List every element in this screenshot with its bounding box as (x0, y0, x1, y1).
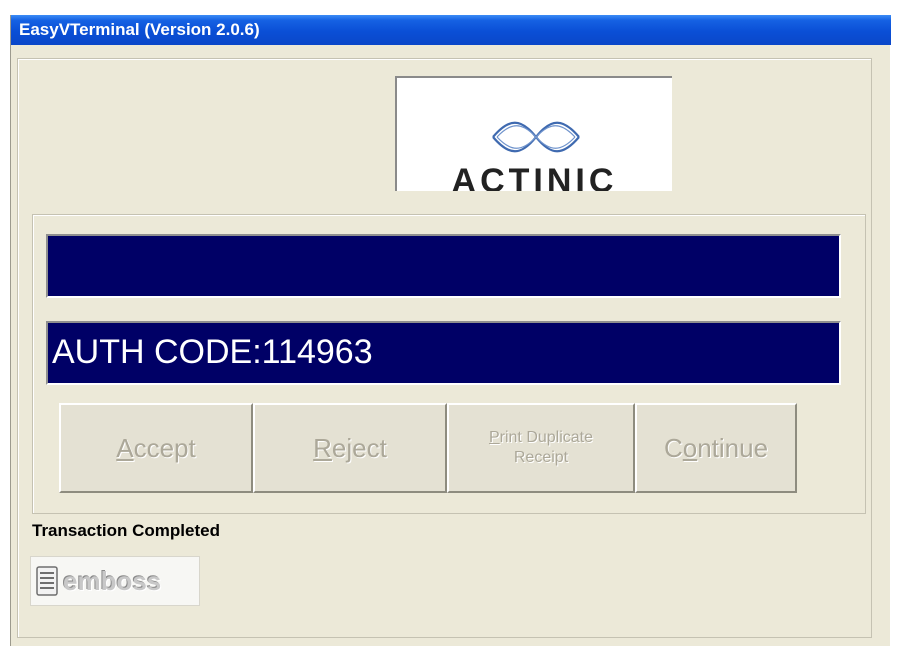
accept-button-label: Accept (116, 432, 196, 463)
title-bar[interactable]: EasyVTerminal (Version 2.0.6) (11, 15, 891, 45)
display-line-2: AUTH CODE:114963 (46, 321, 841, 385)
emboss-logo-text: emboss (63, 565, 162, 596)
actinic-wave-icon (492, 121, 580, 153)
display-line-1 (46, 234, 841, 298)
continue-button[interactable]: Continue (635, 403, 797, 493)
emboss-stack-icon (36, 566, 58, 596)
continue-button-label: Continue (663, 432, 769, 463)
emboss-logo: emboss (30, 556, 200, 606)
actinic-logo-text: ACTINIC (451, 162, 618, 191)
print-duplicate-receipt-label: Print Duplicate Receipt (488, 429, 594, 466)
reject-button[interactable]: Reject (253, 403, 447, 493)
reject-button-label: Reject (313, 432, 387, 463)
accept-button[interactable]: Accept (59, 403, 253, 493)
actinic-logo-panel: ACTINIC (395, 76, 672, 191)
print-duplicate-receipt-button[interactable]: Print Duplicate Receipt (447, 403, 635, 493)
status-text: Transaction Completed (32, 521, 220, 540)
